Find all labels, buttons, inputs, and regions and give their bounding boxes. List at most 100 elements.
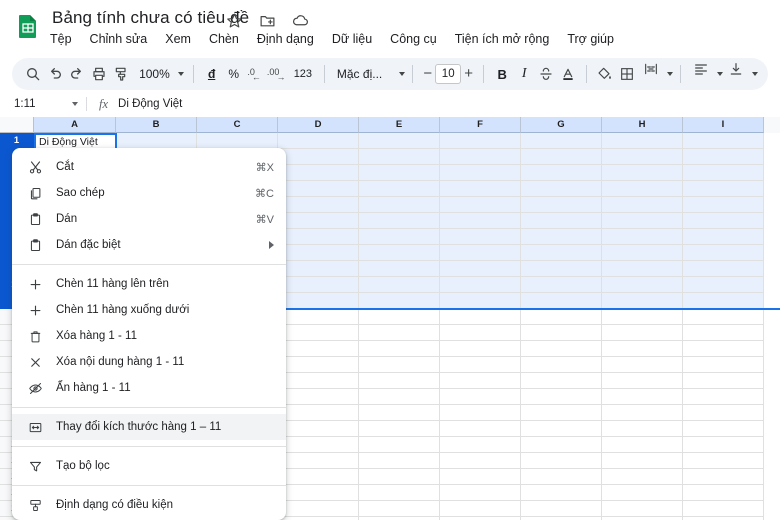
cell-E5[interactable] — [359, 197, 440, 213]
cell-D20[interactable] — [278, 437, 359, 453]
menu-cut[interactable]: Cắt ⌘X — [12, 154, 286, 180]
decrease-decimal-button[interactable]: .0 ← — [245, 61, 267, 87]
cell-E7[interactable] — [359, 229, 440, 245]
cell-G17[interactable] — [521, 389, 602, 405]
horizontal-align-button[interactable] — [688, 61, 723, 87]
cell-H1[interactable] — [602, 133, 683, 149]
cell-F24[interactable] — [440, 501, 521, 517]
menu-copy[interactable]: Sao chép ⌘C — [12, 180, 286, 206]
cell-D16[interactable] — [278, 373, 359, 389]
cell-E20[interactable] — [359, 437, 440, 453]
menu-paste-special[interactable]: Dán đặc biệt — [12, 232, 286, 258]
print-icon[interactable] — [88, 61, 110, 87]
cell-G7[interactable] — [521, 229, 602, 245]
cell-F3[interactable] — [440, 165, 521, 181]
cell-F17[interactable] — [440, 389, 521, 405]
menu-bar-item-format[interactable]: Định dạng — [248, 29, 323, 49]
cell-E21[interactable] — [359, 453, 440, 469]
cell-I6[interactable] — [683, 213, 764, 229]
menu-bar-item-extensions[interactable]: Tiện ích mở rộng — [446, 29, 559, 49]
cell-G5[interactable] — [521, 197, 602, 213]
sheets-logo-icon[interactable] — [14, 12, 42, 40]
merge-cells-button[interactable] — [638, 61, 674, 87]
cell-G3[interactable] — [521, 165, 602, 181]
menu-create-filter[interactable]: Tạo bộ lọc — [12, 453, 286, 479]
bold-button[interactable]: B — [491, 61, 513, 87]
cell-H14[interactable] — [602, 341, 683, 357]
cell-H6[interactable] — [602, 213, 683, 229]
cell-D24[interactable] — [278, 501, 359, 517]
cell-G11[interactable] — [521, 293, 602, 309]
cell-E14[interactable] — [359, 341, 440, 357]
menu-delete-rows[interactable]: Xóa hàng 1 - 11 — [12, 323, 286, 349]
cell-H22[interactable] — [602, 469, 683, 485]
cell-H8[interactable] — [602, 245, 683, 261]
cell-G15[interactable] — [521, 357, 602, 373]
cell-F8[interactable] — [440, 245, 521, 261]
font-family-selector[interactable]: Mặc đị... — [332, 61, 406, 87]
cell-G20[interactable] — [521, 437, 602, 453]
cell-C1[interactable] — [197, 133, 278, 149]
cell-I24[interactable] — [683, 501, 764, 517]
cell-E13[interactable] — [359, 325, 440, 341]
cell-G21[interactable] — [521, 453, 602, 469]
cell-I23[interactable] — [683, 485, 764, 501]
cell-E17[interactable] — [359, 389, 440, 405]
cell-D2[interactable] — [278, 149, 359, 165]
menu-bar-item-tools[interactable]: Công cụ — [381, 29, 446, 49]
cell-E24[interactable] — [359, 501, 440, 517]
column-header-a[interactable]: A — [34, 117, 116, 133]
cell-D9[interactable] — [278, 261, 359, 277]
percent-format-button[interactable]: % — [223, 61, 245, 87]
cell-B1[interactable] — [116, 133, 197, 149]
cell-F9[interactable] — [440, 261, 521, 277]
column-header-f[interactable]: F — [440, 117, 521, 133]
cell-H15[interactable] — [602, 357, 683, 373]
context-menu[interactable]: Cắt ⌘X Sao chép ⌘C Dán ⌘V Dán đặc biệt Chèn 11 … — [12, 148, 286, 520]
paint-format-icon[interactable] — [110, 61, 132, 87]
number-format-button[interactable]: 123 — [289, 61, 317, 87]
cell-H11[interactable] — [602, 293, 683, 309]
cell-G10[interactable] — [521, 277, 602, 293]
increase-font-size-button[interactable]: + — [461, 61, 476, 87]
cell-E19[interactable] — [359, 421, 440, 437]
strikethrough-icon[interactable] — [535, 61, 557, 87]
cell-I18[interactable] — [683, 405, 764, 421]
column-header-b[interactable]: B — [116, 117, 197, 133]
cell-D23[interactable] — [278, 485, 359, 501]
cell-G8[interactable] — [521, 245, 602, 261]
cell-F19[interactable] — [440, 421, 521, 437]
cell-F21[interactable] — [440, 453, 521, 469]
cell-G9[interactable] — [521, 261, 602, 277]
cell-D10[interactable] — [278, 277, 359, 293]
cell-I17[interactable] — [683, 389, 764, 405]
menu-insert-rows-below[interactable]: Chèn 11 hàng xuống dưới — [12, 297, 286, 323]
cell-G18[interactable] — [521, 405, 602, 421]
cell-I4[interactable] — [683, 181, 764, 197]
cell-F16[interactable] — [440, 373, 521, 389]
cell-I9[interactable] — [683, 261, 764, 277]
decrease-font-size-button[interactable]: − — [420, 61, 435, 87]
cell-F15[interactable] — [440, 357, 521, 373]
cell-H23[interactable] — [602, 485, 683, 501]
cell-D14[interactable] — [278, 341, 359, 357]
cell-E4[interactable] — [359, 181, 440, 197]
cell-G1[interactable] — [521, 133, 602, 149]
cell-F6[interactable] — [440, 213, 521, 229]
cell-H10[interactable] — [602, 277, 683, 293]
cell-E6[interactable] — [359, 213, 440, 229]
cell-H13[interactable] — [602, 325, 683, 341]
cell-H2[interactable] — [602, 149, 683, 165]
cell-D4[interactable] — [278, 181, 359, 197]
menu-paste[interactable]: Dán ⌘V — [12, 206, 286, 232]
cell-F10[interactable] — [440, 277, 521, 293]
cell-E23[interactable] — [359, 485, 440, 501]
cell-G13[interactable] — [521, 325, 602, 341]
cell-H16[interactable] — [602, 373, 683, 389]
cell-I1[interactable] — [683, 133, 764, 149]
cell-I21[interactable] — [683, 453, 764, 469]
cell-H19[interactable] — [602, 421, 683, 437]
cell-D18[interactable] — [278, 405, 359, 421]
cell-I10[interactable] — [683, 277, 764, 293]
column-header-h[interactable]: H — [602, 117, 683, 133]
